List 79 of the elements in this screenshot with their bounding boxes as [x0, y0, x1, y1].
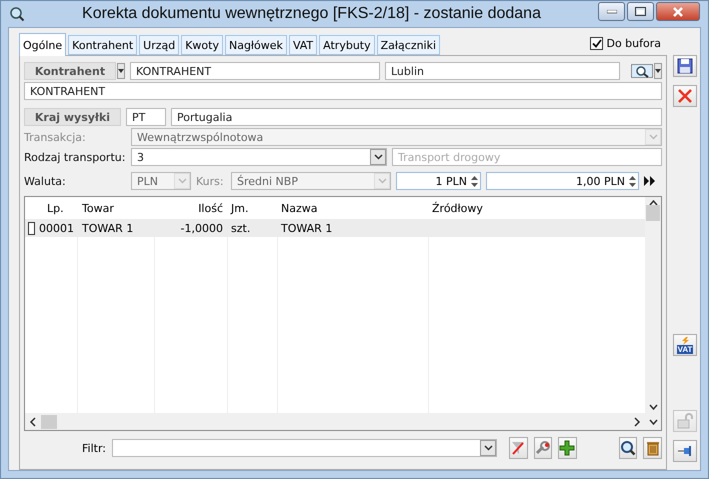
add-button[interactable] — [558, 437, 577, 459]
cross-icon — [677, 88, 693, 104]
tab[interactable]: Atrybuty — [319, 35, 375, 55]
currency-select[interactable]: PLN — [131, 172, 191, 190]
column-header[interactable]: Źródłowy — [428, 202, 645, 214]
delete-button[interactable] — [643, 437, 662, 459]
search-icon — [620, 440, 636, 456]
checkbox[interactable] — [28, 222, 35, 234]
scroll-right-icon[interactable] — [633, 416, 641, 426]
column-header[interactable]: Jm. — [227, 202, 277, 214]
rate-spinner[interactable]: 1,00 PLN — [486, 172, 639, 190]
tab[interactable]: Ogólne — [19, 33, 66, 56]
filter-label: Filtr: — [82, 442, 106, 454]
clear-filter-button[interactable] — [509, 437, 528, 459]
column-header[interactable]: Nazwa — [277, 202, 428, 214]
contractor-button[interactable]: Kontrahent — [24, 62, 116, 80]
window-title: Korekta dokumentu wewnętrznego [FKS-2/18] - zostanie dodana — [81, 5, 542, 23]
tab[interactable]: Załączniki — [376, 35, 440, 55]
field-label: Waluta: — [24, 174, 67, 188]
minimize-button[interactable] — [598, 2, 625, 21]
table-cell-text: TOWAR 1 — [280, 222, 334, 234]
column-header[interactable]: Ilość — [154, 202, 227, 214]
tab[interactable]: Kwoty — [181, 35, 223, 55]
trash-icon — [646, 440, 660, 456]
contractor-name-field[interactable]: KONTRAHENT — [24, 82, 662, 100]
search-icon[interactable] — [631, 64, 653, 78]
tab[interactable]: Nagłówek — [224, 35, 287, 55]
wrench-icon — [534, 441, 551, 455]
pin-button[interactable] — [673, 440, 697, 462]
maximize-icon — [635, 7, 646, 16]
chevron-down-icon — [648, 418, 658, 426]
close-button[interactable] — [656, 2, 700, 21]
contractor-code-field[interactable]: KONTRAHENT — [130, 62, 380, 80]
spin-arrows-icon[interactable] — [470, 174, 479, 188]
table-row[interactable]: 00001 TOWAR 1 -1,0000 szt. TOWAR 1 — [25, 219, 645, 237]
search-icon — [9, 6, 25, 22]
fast-forward-icon[interactable] — [644, 176, 656, 186]
table-cell-text: TOWAR 1 — [81, 222, 134, 234]
wrench-button[interactable] — [534, 437, 552, 459]
field-label: Kurs: — [196, 174, 225, 188]
lightning-icon — [680, 336, 690, 344]
maximize-button[interactable] — [627, 2, 654, 21]
rate-type-select[interactable]: Średni NBP — [231, 172, 391, 190]
close-icon — [672, 6, 684, 16]
vat-button[interactable]: VAT — [673, 334, 697, 356]
amount-value: 1 PLN — [436, 174, 467, 188]
table-cell-text: szt. — [230, 222, 252, 234]
rate-value: 1,00 PLN — [576, 174, 625, 188]
table-cell: 00001 — [39, 222, 74, 234]
amount-spinner[interactable]: 1 PLN — [396, 172, 481, 190]
padlock-icon — [677, 413, 693, 429]
scrollbar-thumb[interactable] — [41, 414, 57, 428]
horizontal-scrollbar[interactable] — [25, 413, 645, 430]
tab[interactable]: VAT — [288, 35, 318, 55]
field-label: Rodzaj transportu: — [24, 150, 126, 164]
country-name-field[interactable]: Portugalia — [171, 108, 662, 126]
scroll-left-icon[interactable] — [29, 416, 37, 426]
tab[interactable]: Urząd — [139, 35, 180, 55]
scrollbar-thumb[interactable] — [646, 205, 660, 221]
transport-select[interactable]: 3 — [131, 148, 387, 166]
column-header[interactable]: Lp. — [25, 202, 78, 214]
filter-off-icon — [511, 441, 526, 455]
country-code-field[interactable]: PT — [126, 108, 166, 126]
minimize-icon — [606, 10, 616, 14]
column-header[interactable]: Towar — [78, 202, 154, 214]
cancel-button[interactable] — [673, 85, 697, 107]
vertical-scrollbar[interactable] — [645, 197, 661, 413]
checkbox[interactable] — [590, 37, 604, 50]
spin-arrows-icon[interactable] — [628, 174, 637, 188]
table-cell-text: -1,0000 — [180, 222, 224, 234]
city-field[interactable]: Lublin — [385, 62, 620, 80]
tab[interactable]: Kontrahent — [68, 35, 138, 55]
shipping-country-button[interactable]: Kraj wysyłki — [24, 108, 121, 126]
plus-icon — [559, 440, 576, 456]
checkbox-label: Do bufora — [606, 37, 661, 50]
pin-icon — [677, 445, 693, 457]
save-button[interactable] — [673, 55, 697, 77]
search-button[interactable] — [618, 437, 638, 459]
field-label: Transakcja: — [24, 130, 87, 144]
